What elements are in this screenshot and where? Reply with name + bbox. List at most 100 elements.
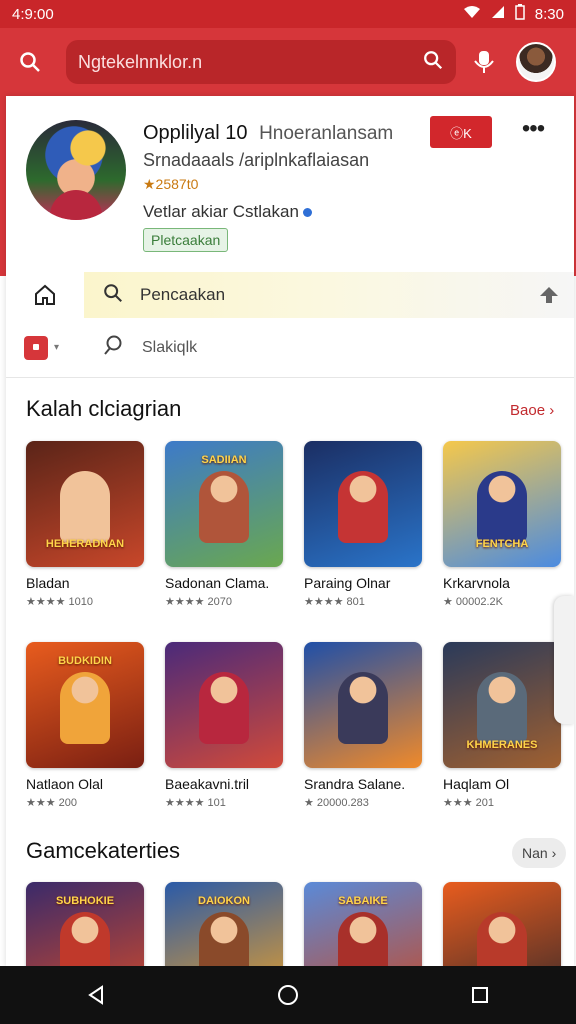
app-detail-card: Opplilyal 10 Hnoeranlansam Srnadaaals /a… — [6, 96, 574, 966]
app-subtitle: Srnadaaals /ariplnkaflaiasan — [143, 150, 370, 170]
game-tile[interactable] — [443, 882, 561, 966]
game-title: Krkarvnola — [443, 575, 510, 591]
back-icon[interactable] — [76, 975, 116, 1015]
battery-icon — [515, 4, 525, 24]
game-tile[interactable]: Baeakavni.tril ★★★★ 101 — [165, 642, 283, 809]
highlight-search-label: Pencaakan — [140, 285, 226, 304]
game-title: Sadonan Clama. — [165, 575, 270, 591]
section-see-more-button[interactable]: Nan › — [512, 838, 567, 868]
section-see-more-link[interactable]: Baoe › — [510, 402, 554, 419]
secondary-filter-bar: ▾ Slakiqlk — [6, 318, 574, 378]
game-character-art — [477, 471, 527, 543]
game-character-art — [199, 471, 249, 543]
game-logo-text: SABAIKE — [338, 895, 388, 907]
status-icons: 8:30 — [463, 4, 564, 24]
secondary-search[interactable]: Slakiqlk — [102, 333, 197, 362]
store-icon — [24, 335, 48, 360]
status-bar: 4:9:00 8:30 — [0, 0, 576, 28]
app-header: Opplilyal 10 Hnoeranlansam Srnadaaals /a… — [26, 115, 556, 260]
game-rating: ★★★★ 1010 — [26, 596, 93, 608]
chevron-down-icon: ▾ — [54, 342, 60, 353]
app-icon — [26, 120, 126, 220]
highlight-search-field[interactable]: Pencaakan — [84, 272, 574, 318]
game-rating: ★ 00002.2K — [443, 596, 504, 608]
game-thumbnail: DAIOKON — [165, 882, 283, 966]
game-logo-text: HEHERADNAN — [45, 538, 125, 550]
game-tile[interactable]: Srandra Salane. ★ 20000.283 — [304, 642, 422, 809]
signal-icon — [491, 5, 505, 23]
game-tile[interactable]: HEHERADNAN Bladan ★★★★ 1010 — [26, 441, 144, 608]
game-thumbnail — [304, 441, 422, 567]
search-input-value: Ngtekelnnklor.n — [78, 51, 203, 72]
game-character-art — [338, 912, 388, 966]
game-grid: SUBHOKIE DAIOKON SABAIKE — [26, 882, 574, 966]
game-tile[interactable]: FENTCHA Krkarvnola ★ 00002.2K — [443, 441, 561, 608]
game-thumbnail: SADIIAN — [165, 441, 283, 567]
home-icon[interactable] — [6, 272, 84, 318]
game-thumbnail — [304, 642, 422, 768]
more-options-icon[interactable]: ••• — [518, 114, 548, 144]
game-rating: ★★★★ 801 — [304, 596, 365, 608]
app-title-main: Opplilyal 10 — [143, 122, 248, 144]
game-thumbnail: SUBHOKIE — [26, 882, 144, 966]
game-logo-text: SADIIAN — [201, 454, 247, 466]
developer-name[interactable]: Vetlar akiar Cstlakan — [143, 202, 312, 222]
search-icon — [102, 282, 124, 309]
game-thumbnail: KHMERANES — [443, 642, 561, 768]
section-title: Kalah clciagrian — [26, 396, 182, 421]
game-thumbnail: SABAIKE — [304, 882, 422, 966]
game-character-art — [60, 672, 110, 744]
scrollbar-handle[interactable] — [554, 596, 574, 724]
game-logo-text: KHMERANES — [466, 739, 538, 751]
search-icon — [102, 333, 126, 362]
game-character-art — [199, 672, 249, 744]
filter-bar: Pencaakan — [6, 272, 574, 318]
top-bar: Ngtekelnnklor.n — [0, 28, 576, 96]
app-title-secondary: Hnoeranlansam — [259, 123, 394, 144]
game-logo-text: BUDKIDIN — [58, 655, 112, 667]
game-title: Paraing Olnar — [304, 575, 391, 591]
recents-icon[interactable] — [460, 975, 500, 1015]
app-title: Opplilyal 10 Hnoeranlansam — [143, 122, 393, 145]
game-tile[interactable]: Paraing Olnar ★★★★ 801 — [304, 441, 422, 608]
game-tile[interactable]: KHMERANES Haqlam Ol ★★★ 201 — [443, 642, 561, 809]
filter-icon[interactable] — [538, 284, 560, 306]
game-rating: ★ 20000.283 — [304, 797, 369, 809]
game-rating: ★★★ 200 — [26, 797, 77, 809]
mic-icon[interactable] — [464, 42, 504, 82]
game-tile[interactable]: DAIOKON — [165, 882, 283, 966]
game-rating: ★★★★ 101 — [165, 797, 226, 809]
game-thumbnail: BUDKIDIN — [26, 642, 144, 768]
game-tile[interactable]: SABAIKE — [304, 882, 422, 966]
search-input[interactable]: Ngtekelnnklor.n — [66, 40, 456, 84]
game-thumbnail: FENTCHA — [443, 441, 561, 567]
game-logo-text: FENTCHA — [475, 538, 529, 550]
system-nav-bar — [0, 966, 576, 1024]
game-tile[interactable]: SUBHOKIE — [26, 882, 144, 966]
game-thumbnail — [165, 642, 283, 768]
game-grid: HEHERADNAN Bladan ★★★★ 1010 SADIIAN Sadonan … — [26, 441, 574, 608]
game-character-art — [199, 912, 249, 966]
game-character-art — [477, 912, 527, 966]
search-icon[interactable] — [12, 44, 48, 80]
game-title: Baeakavni.tril — [165, 776, 250, 792]
install-button[interactable]: ⓔK — [430, 116, 492, 148]
home-nav-icon[interactable] — [268, 975, 308, 1015]
status-time-left: 4:9:00 — [12, 5, 54, 23]
section-link-label: Nan — [522, 845, 548, 861]
game-logo-text: DAIOKON — [198, 895, 250, 907]
game-character-art — [60, 471, 110, 543]
game-thumbnail: HEHERADNAN — [26, 441, 144, 567]
game-grid: BUDKIDIN Natlaon Olal ★★★ 200 Baeakavni.tri… — [26, 642, 574, 809]
game-character-art — [338, 672, 388, 744]
avatar[interactable] — [516, 42, 556, 82]
game-character-art — [60, 912, 110, 966]
status-badge: Pletcaakan — [143, 228, 229, 252]
game-tile[interactable]: SADIIAN Sadonan Clama. ★★★★ 2070 — [165, 441, 283, 608]
game-tile[interactable]: BUDKIDIN Natlaon Olal ★★★ 200 — [26, 642, 144, 809]
search-submit-icon[interactable] — [422, 49, 444, 76]
category-dropdown[interactable]: ▾ — [24, 328, 88, 368]
game-logo-text: SUBHOKIE — [55, 895, 115, 907]
wifi-icon — [463, 5, 481, 23]
app-rating: ★2587t0 — [143, 176, 199, 192]
